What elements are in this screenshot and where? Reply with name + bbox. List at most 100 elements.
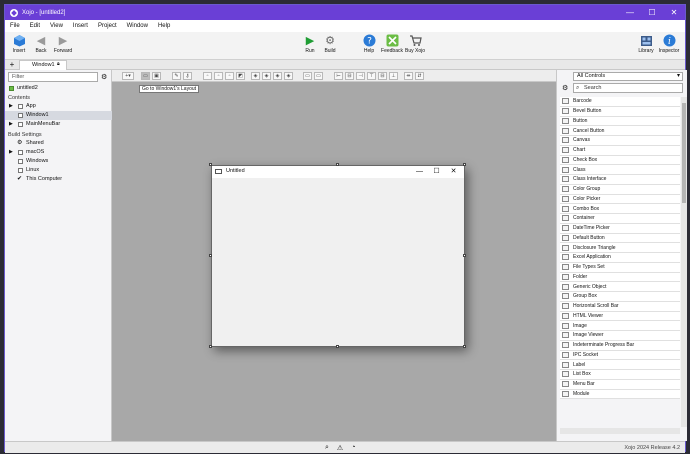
rss-icon[interactable]: ◔ — [351, 444, 355, 452]
feedback-button[interactable]: Feedback — [380, 34, 404, 58]
align-top-button[interactable]: ⊤ — [367, 72, 376, 80]
back-button[interactable]: ◀ Back — [29, 34, 53, 58]
close-button[interactable]: ✕ — [663, 5, 685, 20]
align-right-button[interactable]: ⊣ — [356, 72, 365, 80]
designed-window[interactable]: Untitled — ☐ ✕ — [211, 165, 465, 347]
menu-help[interactable]: Help — [158, 23, 170, 29]
library-item[interactable]: Default Button — [560, 233, 680, 244]
library-item[interactable]: Menu Bar — [560, 379, 680, 390]
align-middle-button[interactable]: ⊟ — [378, 72, 387, 80]
library-item[interactable]: Module — [560, 389, 680, 400]
warning-icon[interactable]: ⚠ — [337, 444, 343, 452]
resize-handle[interactable] — [209, 345, 212, 348]
lock-icon[interactable]: 🔒︎ — [57, 61, 60, 67]
align-button-4[interactable]: ◩ — [236, 72, 245, 80]
library-item[interactable]: Container — [560, 214, 680, 224]
library-item[interactable]: Class — [560, 165, 680, 175]
project-item[interactable]: untitled2 — [5, 84, 112, 93]
scrollbar-thumb[interactable] — [682, 103, 686, 203]
library-item[interactable]: HTML Viewer — [560, 311, 680, 322]
library-item[interactable]: Class Interface — [560, 175, 680, 185]
align-bottom-button[interactable]: ⊥ — [389, 72, 398, 80]
build-button[interactable]: ⚙ Build — [318, 34, 342, 58]
library-filter-select[interactable]: All Controls — [573, 72, 683, 81]
align-center-button[interactable]: ⊟ — [345, 72, 354, 80]
library-item[interactable]: Chart — [560, 145, 680, 156]
library-item[interactable]: Folder — [560, 272, 680, 283]
size-button-2[interactable]: ▭ — [314, 72, 323, 80]
maximize-button[interactable]: ☐ — [641, 5, 663, 20]
library-item[interactable]: Combo Box — [560, 204, 680, 214]
menu-view[interactable]: View — [50, 23, 63, 29]
library-item[interactable]: IPC Socket — [560, 350, 680, 361]
align-button-3[interactable]: ▫ — [225, 72, 234, 80]
layout-view-button[interactable]: ▭ — [141, 72, 150, 80]
edit-button[interactable]: ✎ — [172, 72, 181, 80]
library-button[interactable]: Library — [634, 34, 658, 58]
build-item-macos[interactable]: ▶ macOS — [5, 148, 112, 157]
build-item-this-computer[interactable]: ✔ This Computer — [5, 175, 112, 184]
library-item[interactable]: List Box — [560, 370, 680, 380]
size-button-1[interactable]: ▭ — [303, 72, 312, 80]
align-left-button[interactable]: ⊢ — [334, 72, 343, 80]
library-item[interactable]: Check Box — [560, 155, 680, 166]
library-item[interactable]: Disclosure Triangle — [560, 243, 680, 253]
disclosure-triangle-icon[interactable]: ▶ — [9, 102, 13, 111]
checkbox[interactable] — [18, 168, 23, 173]
code-view-button[interactable]: ▣ — [152, 72, 161, 80]
library-scrollbar[interactable] — [681, 97, 687, 427]
checkbox[interactable] — [18, 150, 23, 155]
library-item[interactable]: Excel Application — [560, 253, 680, 263]
library-item[interactable]: Generic Object — [560, 282, 680, 292]
resize-handle[interactable] — [463, 345, 466, 348]
disclosure-triangle-icon[interactable]: ▶ — [9, 120, 13, 129]
insert-button[interactable]: Insert — [7, 34, 31, 58]
help-button[interactable]: ? Help — [357, 34, 381, 58]
library-item[interactable]: Image Viewer — [560, 331, 680, 341]
library-item[interactable]: Canvas — [560, 136, 680, 146]
gear-icon[interactable]: ⚙ — [101, 73, 107, 81]
library-item[interactable]: Bevel Button — [560, 106, 680, 117]
menu-file[interactable]: File — [10, 23, 20, 29]
align-button-1[interactable]: ▫ — [203, 72, 212, 80]
library-item[interactable]: Cancel Button — [560, 126, 680, 136]
gear-icon[interactable]: ⚙ — [562, 84, 568, 92]
resize-handle[interactable] — [209, 254, 212, 257]
build-item-windows[interactable]: Windows — [5, 157, 112, 166]
order-button-4[interactable]: ◈ — [284, 72, 293, 80]
nav-item-window1[interactable]: Window1 — [5, 111, 112, 120]
library-item[interactable]: Horizontal Scroll Bar — [560, 301, 680, 312]
buy-xojo-button[interactable]: Buy Xojo — [403, 34, 427, 58]
inspector-button[interactable]: i Inspector — [657, 34, 681, 58]
library-item[interactable]: Image — [560, 321, 680, 331]
navigator-filter-input[interactable]: Filter — [8, 72, 98, 82]
library-item[interactable]: Color Group — [560, 184, 680, 195]
disclosure-triangle-icon[interactable]: ▶ — [9, 148, 13, 157]
library-item[interactable]: Button — [560, 116, 680, 127]
library-search-input[interactable]: ⌕ Search — [573, 83, 683, 93]
resize-handle[interactable] — [336, 345, 339, 348]
build-item-linux[interactable]: Linux — [5, 166, 112, 175]
resize-handle[interactable] — [336, 163, 339, 166]
library-item[interactable]: Indeterminate Progress Bar — [560, 340, 680, 351]
menu-window[interactable]: Window — [127, 23, 148, 29]
nav-item-app[interactable]: ▶ App — [5, 102, 112, 111]
menu-edit[interactable]: Edit — [30, 23, 40, 29]
resize-handle[interactable] — [209, 163, 212, 166]
spacing-button[interactable]: ⇵ — [415, 72, 424, 80]
order-button-1[interactable]: ◈ — [251, 72, 260, 80]
library-item[interactable]: Barcode — [560, 97, 680, 107]
resize-handle[interactable] — [463, 254, 466, 257]
library-item[interactable]: Color Picker — [560, 194, 680, 205]
build-item-shared[interactable]: ⚙ Shared — [5, 139, 112, 148]
checkbox[interactable] — [18, 159, 23, 164]
new-tab-button[interactable]: + — [8, 60, 16, 70]
minimize-button[interactable]: — — [619, 5, 641, 20]
align-button-2[interactable]: ▫ — [214, 72, 223, 80]
add-control-button[interactable]: +▾ — [122, 72, 134, 80]
nav-item-mainmenubar[interactable]: ▶ MainMenuBar — [5, 120, 112, 129]
resize-handle[interactable] — [463, 163, 466, 166]
library-item[interactable]: DateTime Picker — [560, 223, 680, 234]
order-button-2[interactable]: ◈ — [262, 72, 271, 80]
menu-project[interactable]: Project — [98, 23, 117, 29]
